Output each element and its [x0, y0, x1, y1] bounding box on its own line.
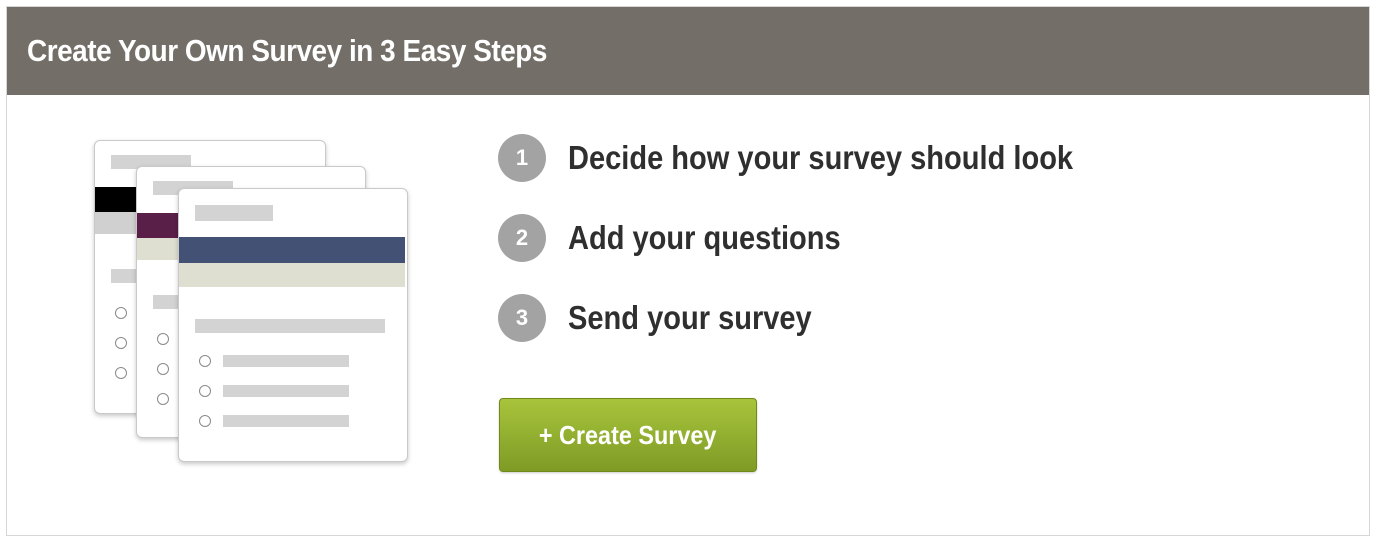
- radio-icon: [157, 363, 169, 375]
- radio-icon: [157, 333, 169, 345]
- card-accent-bar: [179, 237, 405, 263]
- survey-cards-illustration: [80, 130, 420, 470]
- step-text: Add your questions: [568, 219, 841, 256]
- step-number-badge: 2: [498, 214, 546, 262]
- radio-icon: [115, 337, 127, 349]
- create-survey-button[interactable]: + Create Survey: [499, 398, 757, 472]
- radio-icon: [157, 393, 169, 405]
- step-number-badge: 1: [498, 134, 546, 182]
- step-text: Decide how your survey should look: [568, 139, 1074, 176]
- radio-icon: [199, 355, 211, 367]
- panel-title: Create Your Own Survey in 3 Easy Steps: [27, 33, 547, 68]
- panel-header: Create Your Own Survey in 3 Easy Steps: [7, 7, 1369, 95]
- radio-icon: [199, 385, 211, 397]
- radio-icon: [115, 367, 127, 379]
- create-survey-label: + Create Survey: [539, 420, 717, 450]
- survey-card-front: [178, 188, 408, 462]
- step-text: Send your survey: [568, 299, 812, 336]
- radio-icon: [199, 415, 211, 427]
- step-number-badge: 3: [498, 294, 546, 342]
- radio-icon: [115, 307, 127, 319]
